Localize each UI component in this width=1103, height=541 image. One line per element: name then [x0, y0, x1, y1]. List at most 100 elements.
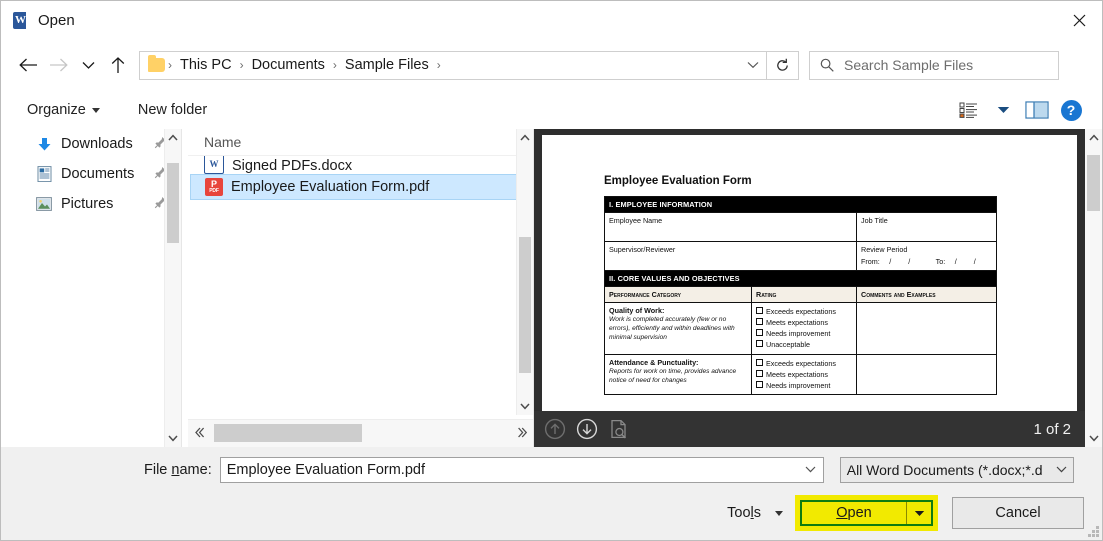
open-button[interactable]: Open [800, 500, 933, 526]
up-arrow-icon[interactable] [103, 50, 133, 80]
table-row: Attendance & Punctuality: Reports for wo… [604, 353, 997, 396]
section-header-1: I. EMPLOYEE INFORMATION [604, 196, 997, 213]
recent-locations-chevron-icon[interactable] [73, 50, 103, 80]
rating-cell: Exceeds expectations Meets expectations … [751, 302, 857, 355]
table-row: I. EMPLOYEE INFORMATION [604, 196, 997, 213]
rating-label: Exceeds expectations [766, 358, 836, 368]
chevron-down-icon [91, 107, 100, 113]
rating-option: Meets expectations [756, 369, 852, 380]
checkbox-icon[interactable] [756, 307, 763, 314]
checkbox-icon[interactable] [756, 340, 763, 348]
col-comments: Comments and Examples [856, 286, 997, 303]
scroll-right-icon[interactable] [511, 427, 533, 441]
checkbox-icon[interactable] [756, 318, 763, 326]
tools-button[interactable]: Tools [727, 505, 783, 521]
previous-page-icon[interactable] [544, 418, 566, 440]
checkbox-icon[interactable] [756, 329, 763, 337]
scroll-up-icon[interactable] [1085, 129, 1102, 146]
checkbox-icon[interactable] [756, 369, 763, 377]
horizontal-scroll-track[interactable] [210, 420, 511, 447]
field-review-period: Review Period From: / / To: / / [856, 241, 997, 271]
command-bar-right-group: ? [952, 95, 1088, 125]
document-icon [35, 166, 53, 182]
back-arrow-icon[interactable] [13, 50, 43, 80]
open-dropdown-icon[interactable] [906, 502, 931, 524]
sidebar-vertical-scrollbar[interactable] [164, 129, 181, 447]
scroll-down-icon[interactable] [165, 430, 181, 447]
address-bar[interactable]: › This PC › Documents › Sample Files › [139, 50, 767, 80]
rating-label: Exceeds expectations [766, 307, 836, 316]
document-body: Employee Evaluation Form I. EMPLOYEE INF… [542, 135, 1077, 396]
file-type-value: All Word Documents (*.docx;*.d [846, 462, 1043, 478]
filename-input[interactable] [219, 457, 824, 483]
list-item[interactable]: W Signed PDFs.docx [190, 156, 531, 174]
search-icon [820, 58, 834, 72]
open-file-dialog: W Open › This PC › Documents › Sample Fi… [0, 0, 1103, 541]
breadcrumb-this-pc[interactable]: This PC [173, 52, 239, 79]
help-button[interactable]: ? [1054, 95, 1088, 125]
new-folder-button[interactable]: New folder [130, 98, 215, 122]
address-dropdown-chevron-icon[interactable] [740, 52, 766, 79]
file-list-vertical-scrollbar[interactable] [516, 129, 533, 415]
sidebar-label-downloads: Downloads [61, 136, 133, 152]
preview-scroll-thumb[interactable] [1087, 155, 1100, 211]
review-from-label: From: [861, 257, 880, 266]
page-zoom-icon[interactable] [608, 418, 630, 440]
search-input[interactable] [842, 56, 1036, 74]
next-page-icon[interactable] [576, 418, 598, 440]
view-options-chevron-icon[interactable] [986, 95, 1020, 125]
file-name: Signed PDFs.docx [232, 158, 353, 174]
category-title: Quality of Work: [609, 306, 665, 315]
list-item[interactable]: P PDF Employee Evaluation Form.pdf [190, 174, 531, 200]
file-list-horizontal-scrollbar[interactable] [188, 419, 533, 447]
rating-option: Meets expectations [756, 317, 852, 328]
folder-icon [148, 55, 165, 72]
scroll-up-icon[interactable] [165, 129, 181, 146]
filename-label: File name: [144, 462, 212, 478]
main-content: Downloads Documents Pictures Name W Sign… [1, 129, 1102, 447]
sidebar-item-pictures[interactable]: Pictures [1, 189, 181, 219]
view-list-icon[interactable] [952, 95, 986, 125]
sidebar-label-pictures: Pictures [61, 196, 114, 212]
close-icon[interactable] [1056, 1, 1102, 39]
checkbox-icon[interactable] [756, 380, 763, 388]
preview-toolbar: 1 of 2 [534, 411, 1085, 447]
document-page: Employee Evaluation Form I. EMPLOYEE INF… [542, 135, 1077, 411]
table-row: II. CORE VALUES AND OBJECTIVES [604, 270, 997, 287]
scroll-down-icon[interactable] [517, 398, 533, 415]
preview-pane-icon[interactable] [1020, 95, 1054, 125]
title-bar: W Open [1, 1, 1102, 39]
table-row: Employee Name Job Title [604, 212, 997, 242]
help-label: ? [1060, 99, 1082, 121]
field-job-title: Job Title [856, 212, 997, 242]
file-rows: W Signed PDFs.docx P PDF Employee Evaluat… [188, 156, 533, 200]
scroll-left-icon[interactable] [188, 427, 210, 441]
file-type-dropdown[interactable]: All Word Documents (*.docx;*.d [839, 457, 1074, 483]
search-box[interactable] [809, 50, 1059, 80]
filename-input-wrapper [219, 457, 824, 483]
preview-vertical-scrollbar[interactable] [1085, 129, 1102, 447]
category-description: Work is completed accurately (few or no … [609, 316, 735, 341]
checkbox-icon[interactable] [756, 358, 763, 366]
resize-grip[interactable] [1086, 524, 1099, 537]
sidebar-label-documents: Documents [61, 166, 135, 182]
rating-label: Meets expectations [766, 318, 828, 328]
field-supervisor: Supervisor/Reviewer [604, 241, 857, 271]
cancel-button[interactable]: Cancel [952, 497, 1084, 529]
breadcrumb-sample-files[interactable]: Sample Files [338, 52, 436, 79]
table-row: Quality of Work: Work is completed accur… [604, 302, 997, 355]
review-period-label: Review Period [861, 245, 908, 254]
preview-pane: Employee Evaluation Form I. EMPLOYEE INF… [534, 129, 1102, 447]
scroll-up-icon[interactable] [517, 129, 533, 146]
sidebar-item-downloads[interactable]: Downloads [1, 129, 181, 159]
column-header-name[interactable]: Name [188, 129, 533, 156]
sidebar-scroll-thumb[interactable] [167, 163, 179, 243]
field-employee-name: Employee Name [604, 212, 857, 242]
refresh-icon[interactable] [767, 50, 799, 80]
horizontal-scroll-thumb[interactable] [214, 424, 362, 442]
scroll-down-icon[interactable] [1085, 430, 1102, 447]
breadcrumb-documents[interactable]: Documents [245, 52, 332, 79]
file-list-scroll-thumb[interactable] [519, 237, 531, 373]
sidebar-item-documents[interactable]: Documents [1, 159, 181, 189]
organize-button[interactable]: Organize [19, 98, 108, 122]
